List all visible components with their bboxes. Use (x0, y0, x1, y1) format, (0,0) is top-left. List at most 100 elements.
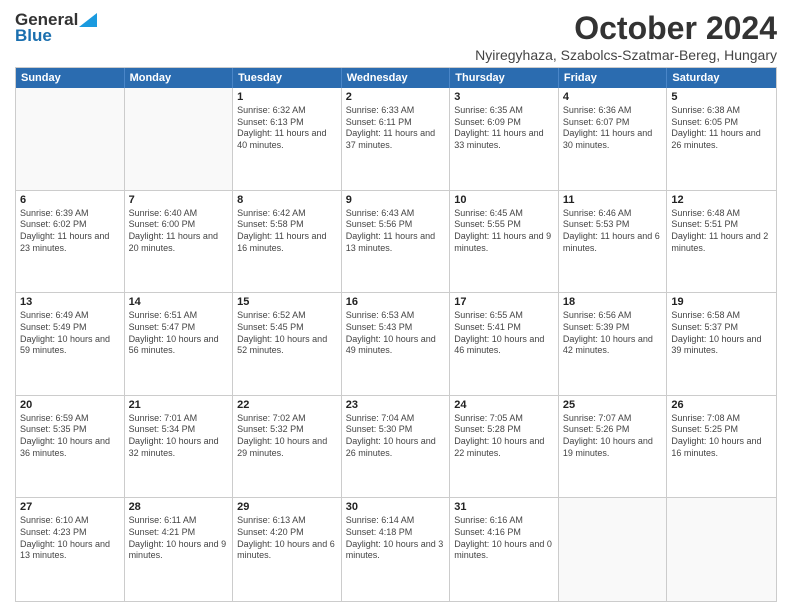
calendar-cell: 23Sunrise: 7:04 AMSunset: 5:30 PMDayligh… (342, 396, 451, 498)
calendar-cell: 3Sunrise: 6:35 AMSunset: 6:09 PMDaylight… (450, 88, 559, 190)
calendar-cell: 30Sunrise: 6:14 AMSunset: 4:18 PMDayligh… (342, 498, 451, 601)
cell-info: Sunrise: 6:32 AMSunset: 6:13 PMDaylight:… (237, 105, 337, 152)
cell-info: Sunrise: 6:56 AMSunset: 5:39 PMDaylight:… (563, 310, 663, 357)
day-number: 11 (563, 194, 663, 206)
cell-info: Sunrise: 6:51 AMSunset: 5:47 PMDaylight:… (129, 310, 229, 357)
cell-info: Sunrise: 6:45 AMSunset: 5:55 PMDaylight:… (454, 208, 554, 255)
day-number: 30 (346, 501, 446, 513)
day-number: 24 (454, 399, 554, 411)
cell-info: Sunrise: 6:43 AMSunset: 5:56 PMDaylight:… (346, 208, 446, 255)
day-number: 26 (671, 399, 772, 411)
day-number: 5 (671, 91, 772, 103)
cell-info: Sunrise: 7:01 AMSunset: 5:34 PMDaylight:… (129, 413, 229, 460)
calendar-week: 13Sunrise: 6:49 AMSunset: 5:49 PMDayligh… (16, 293, 776, 396)
day-number: 2 (346, 91, 446, 103)
calendar-cell: 28 Sunrise: 6:11 AMSunset: 4:21 PMDayligh… (125, 498, 234, 601)
cell-info: Sunrise: 6:11 AMSunset: 4:21 PMDaylight:… (129, 515, 229, 562)
day-number: 27 (20, 501, 120, 513)
calendar-cell: 16Sunrise: 6:53 AMSunset: 5:43 PMDayligh… (342, 293, 451, 395)
calendar-cell: 19Sunrise: 6:58 AMSunset: 5:37 PMDayligh… (667, 293, 776, 395)
cell-info: Sunrise: 6:52 AMSunset: 5:45 PMDaylight:… (237, 310, 337, 357)
cell-info: Sunrise: 6:42 AMSunset: 5:58 PMDaylight:… (237, 208, 337, 255)
calendar-cell: 18 Sunrise: 6:56 AMSunset: 5:39 PMDayligh… (559, 293, 668, 395)
day-number: 15 (237, 296, 337, 308)
weekday-header: Monday (125, 68, 234, 88)
logo-icon (79, 13, 97, 27)
header: General Blue October 2024 Nyiregyhaza, S… (15, 10, 777, 63)
calendar-week: 20Sunrise: 6:59 AMSunset: 5:35 PMDayligh… (16, 396, 776, 499)
calendar-body: 1 Sunrise: 6:32 AMSunset: 6:13 PMDaylight… (16, 88, 776, 601)
calendar-cell: 15 Sunrise: 6:52 AMSunset: 5:45 PMDayligh… (233, 293, 342, 395)
calendar-cell: 12Sunrise: 6:48 AMSunset: 5:51 PMDayligh… (667, 191, 776, 293)
logo-blue: Blue (15, 26, 52, 46)
calendar-cell: 21Sunrise: 7:01 AMSunset: 5:34 PMDayligh… (125, 396, 234, 498)
calendar-cell: 11 Sunrise: 6:46 AMSunset: 5:53 PMDayligh… (559, 191, 668, 293)
day-number: 14 (129, 296, 229, 308)
weekday-header: Wednesday (342, 68, 451, 88)
day-number: 10 (454, 194, 554, 206)
day-number: 8 (237, 194, 337, 206)
weekday-header: Thursday (450, 68, 559, 88)
calendar-cell: 25 Sunrise: 7:07 AMSunset: 5:26 PMDayligh… (559, 396, 668, 498)
calendar-cell: 7 Sunrise: 6:40 AMSunset: 6:00 PMDaylight… (125, 191, 234, 293)
day-number: 6 (20, 194, 120, 206)
calendar-cell (667, 498, 776, 601)
cell-info: Sunrise: 6:58 AMSunset: 5:37 PMDaylight:… (671, 310, 772, 357)
calendar-cell: 8 Sunrise: 6:42 AMSunset: 5:58 PMDaylight… (233, 191, 342, 293)
cell-info: Sunrise: 6:39 AMSunset: 6:02 PMDaylight:… (20, 208, 120, 255)
cell-info: Sunrise: 6:16 AMSunset: 4:16 PMDaylight:… (454, 515, 554, 562)
cell-info: Sunrise: 6:53 AMSunset: 5:43 PMDaylight:… (346, 310, 446, 357)
cell-info: Sunrise: 6:59 AMSunset: 5:35 PMDaylight:… (20, 413, 120, 460)
cell-info: Sunrise: 7:08 AMSunset: 5:25 PMDaylight:… (671, 413, 772, 460)
cell-info: Sunrise: 6:33 AMSunset: 6:11 PMDaylight:… (346, 105, 446, 152)
calendar-cell: 10 Sunrise: 6:45 AMSunset: 5:55 PMDayligh… (450, 191, 559, 293)
day-number: 7 (129, 194, 229, 206)
page: General Blue October 2024 Nyiregyhaza, S… (0, 0, 792, 612)
day-number: 3 (454, 91, 554, 103)
day-number: 29 (237, 501, 337, 513)
calendar-cell: 26 Sunrise: 7:08 AMSunset: 5:25 PMDayligh… (667, 396, 776, 498)
calendar-cell: 4 Sunrise: 6:36 AMSunset: 6:07 PMDaylight… (559, 88, 668, 190)
cell-info: Sunrise: 6:36 AMSunset: 6:07 PMDaylight:… (563, 105, 663, 152)
calendar-cell: 27 Sunrise: 6:10 AMSunset: 4:23 PMDayligh… (16, 498, 125, 601)
month-title: October 2024 (475, 10, 777, 47)
calendar-cell: 6 Sunrise: 6:39 AMSunset: 6:02 PMDaylight… (16, 191, 125, 293)
calendar-cell: 31 Sunrise: 6:16 AMSunset: 4:16 PMDayligh… (450, 498, 559, 601)
day-number: 31 (454, 501, 554, 513)
day-number: 9 (346, 194, 446, 206)
calendar-cell: 22 Sunrise: 7:02 AMSunset: 5:32 PMDayligh… (233, 396, 342, 498)
cell-info: Sunrise: 6:13 AMSunset: 4:20 PMDaylight:… (237, 515, 337, 562)
calendar-cell: 5 Sunrise: 6:38 AMSunset: 6:05 PMDaylight… (667, 88, 776, 190)
cell-info: Sunrise: 6:48 AMSunset: 5:51 PMDaylight:… (671, 208, 772, 255)
day-number: 4 (563, 91, 663, 103)
weekday-header: Tuesday (233, 68, 342, 88)
cell-info: Sunrise: 6:38 AMSunset: 6:05 PMDaylight:… (671, 105, 772, 152)
cell-info: Sunrise: 7:02 AMSunset: 5:32 PMDaylight:… (237, 413, 337, 460)
calendar-cell (16, 88, 125, 190)
calendar-week: 27 Sunrise: 6:10 AMSunset: 4:23 PMDayligh… (16, 498, 776, 601)
calendar-cell: 9 Sunrise: 6:43 AMSunset: 5:56 PMDaylight… (342, 191, 451, 293)
calendar-cell: 17Sunrise: 6:55 AMSunset: 5:41 PMDayligh… (450, 293, 559, 395)
weekday-header: Friday (559, 68, 668, 88)
cell-info: Sunrise: 6:40 AMSunset: 6:00 PMDaylight:… (129, 208, 229, 255)
day-number: 28 (129, 501, 229, 513)
cell-info: Sunrise: 6:46 AMSunset: 5:53 PMDaylight:… (563, 208, 663, 255)
location: Nyiregyhaza, Szabolcs-Szatmar-Bereg, Hun… (475, 47, 777, 63)
day-number: 25 (563, 399, 663, 411)
calendar-cell: 1 Sunrise: 6:32 AMSunset: 6:13 PMDaylight… (233, 88, 342, 190)
calendar-cell: 13Sunrise: 6:49 AMSunset: 5:49 PMDayligh… (16, 293, 125, 395)
calendar-header: SundayMondayTuesdayWednesdayThursdayFrid… (16, 68, 776, 88)
day-number: 18 (563, 296, 663, 308)
day-number: 1 (237, 91, 337, 103)
calendar-week: 1 Sunrise: 6:32 AMSunset: 6:13 PMDaylight… (16, 88, 776, 191)
cell-info: Sunrise: 6:55 AMSunset: 5:41 PMDaylight:… (454, 310, 554, 357)
cell-info: Sunrise: 6:49 AMSunset: 5:49 PMDaylight:… (20, 310, 120, 357)
day-number: 22 (237, 399, 337, 411)
calendar-cell: 14 Sunrise: 6:51 AMSunset: 5:47 PMDayligh… (125, 293, 234, 395)
calendar-cell (125, 88, 234, 190)
cell-info: Sunrise: 6:10 AMSunset: 4:23 PMDaylight:… (20, 515, 120, 562)
cell-info: Sunrise: 7:04 AMSunset: 5:30 PMDaylight:… (346, 413, 446, 460)
calendar: SundayMondayTuesdayWednesdayThursdayFrid… (15, 67, 777, 602)
calendar-cell: 2 Sunrise: 6:33 AMSunset: 6:11 PMDaylight… (342, 88, 451, 190)
cell-info: Sunrise: 7:07 AMSunset: 5:26 PMDaylight:… (563, 413, 663, 460)
